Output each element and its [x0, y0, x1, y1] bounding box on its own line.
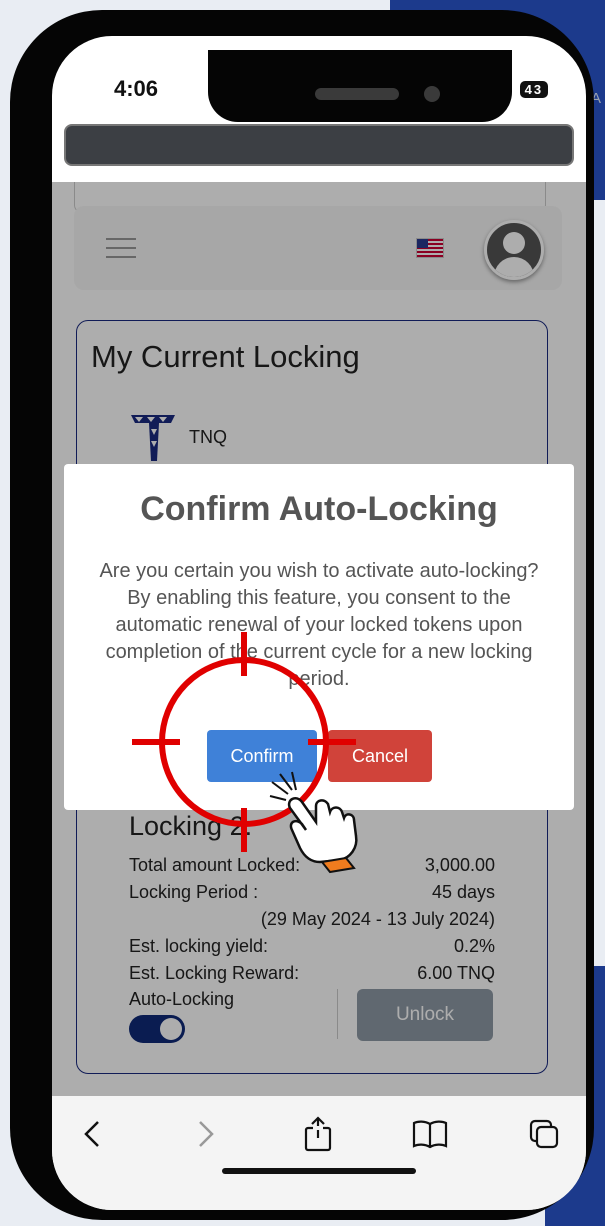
address-bar[interactable]	[64, 124, 574, 166]
share-icon[interactable]	[298, 1114, 338, 1154]
speaker	[315, 88, 399, 100]
bookmarks-icon[interactable]	[410, 1114, 450, 1154]
confirm-button[interactable]: Confirm	[207, 730, 317, 782]
modal-body: Are you certain you wish to activate aut…	[99, 560, 539, 690]
phone-screen: 4:06 ▮▮▮ ◠ 43 My Current Locking	[52, 36, 586, 1210]
phone-frame: 4:06 ▮▮▮ ◠ 43 My Current Locking	[10, 10, 594, 1220]
phone-notch	[208, 50, 512, 122]
battery-icon: 43	[519, 81, 549, 99]
cancel-button[interactable]: Cancel	[328, 730, 432, 782]
modal-title: Confirm Auto-Locking	[140, 490, 498, 528]
tabs-icon[interactable]	[524, 1114, 564, 1154]
confirm-modal: Confirm Auto-Locking Are you certain you…	[64, 464, 574, 810]
status-time: 4:06	[114, 76, 159, 101]
front-camera	[424, 86, 440, 102]
browser-toolbar	[52, 1096, 586, 1210]
home-indicator	[222, 1168, 416, 1174]
forward-icon[interactable]	[186, 1114, 226, 1154]
back-icon[interactable]	[72, 1114, 112, 1154]
